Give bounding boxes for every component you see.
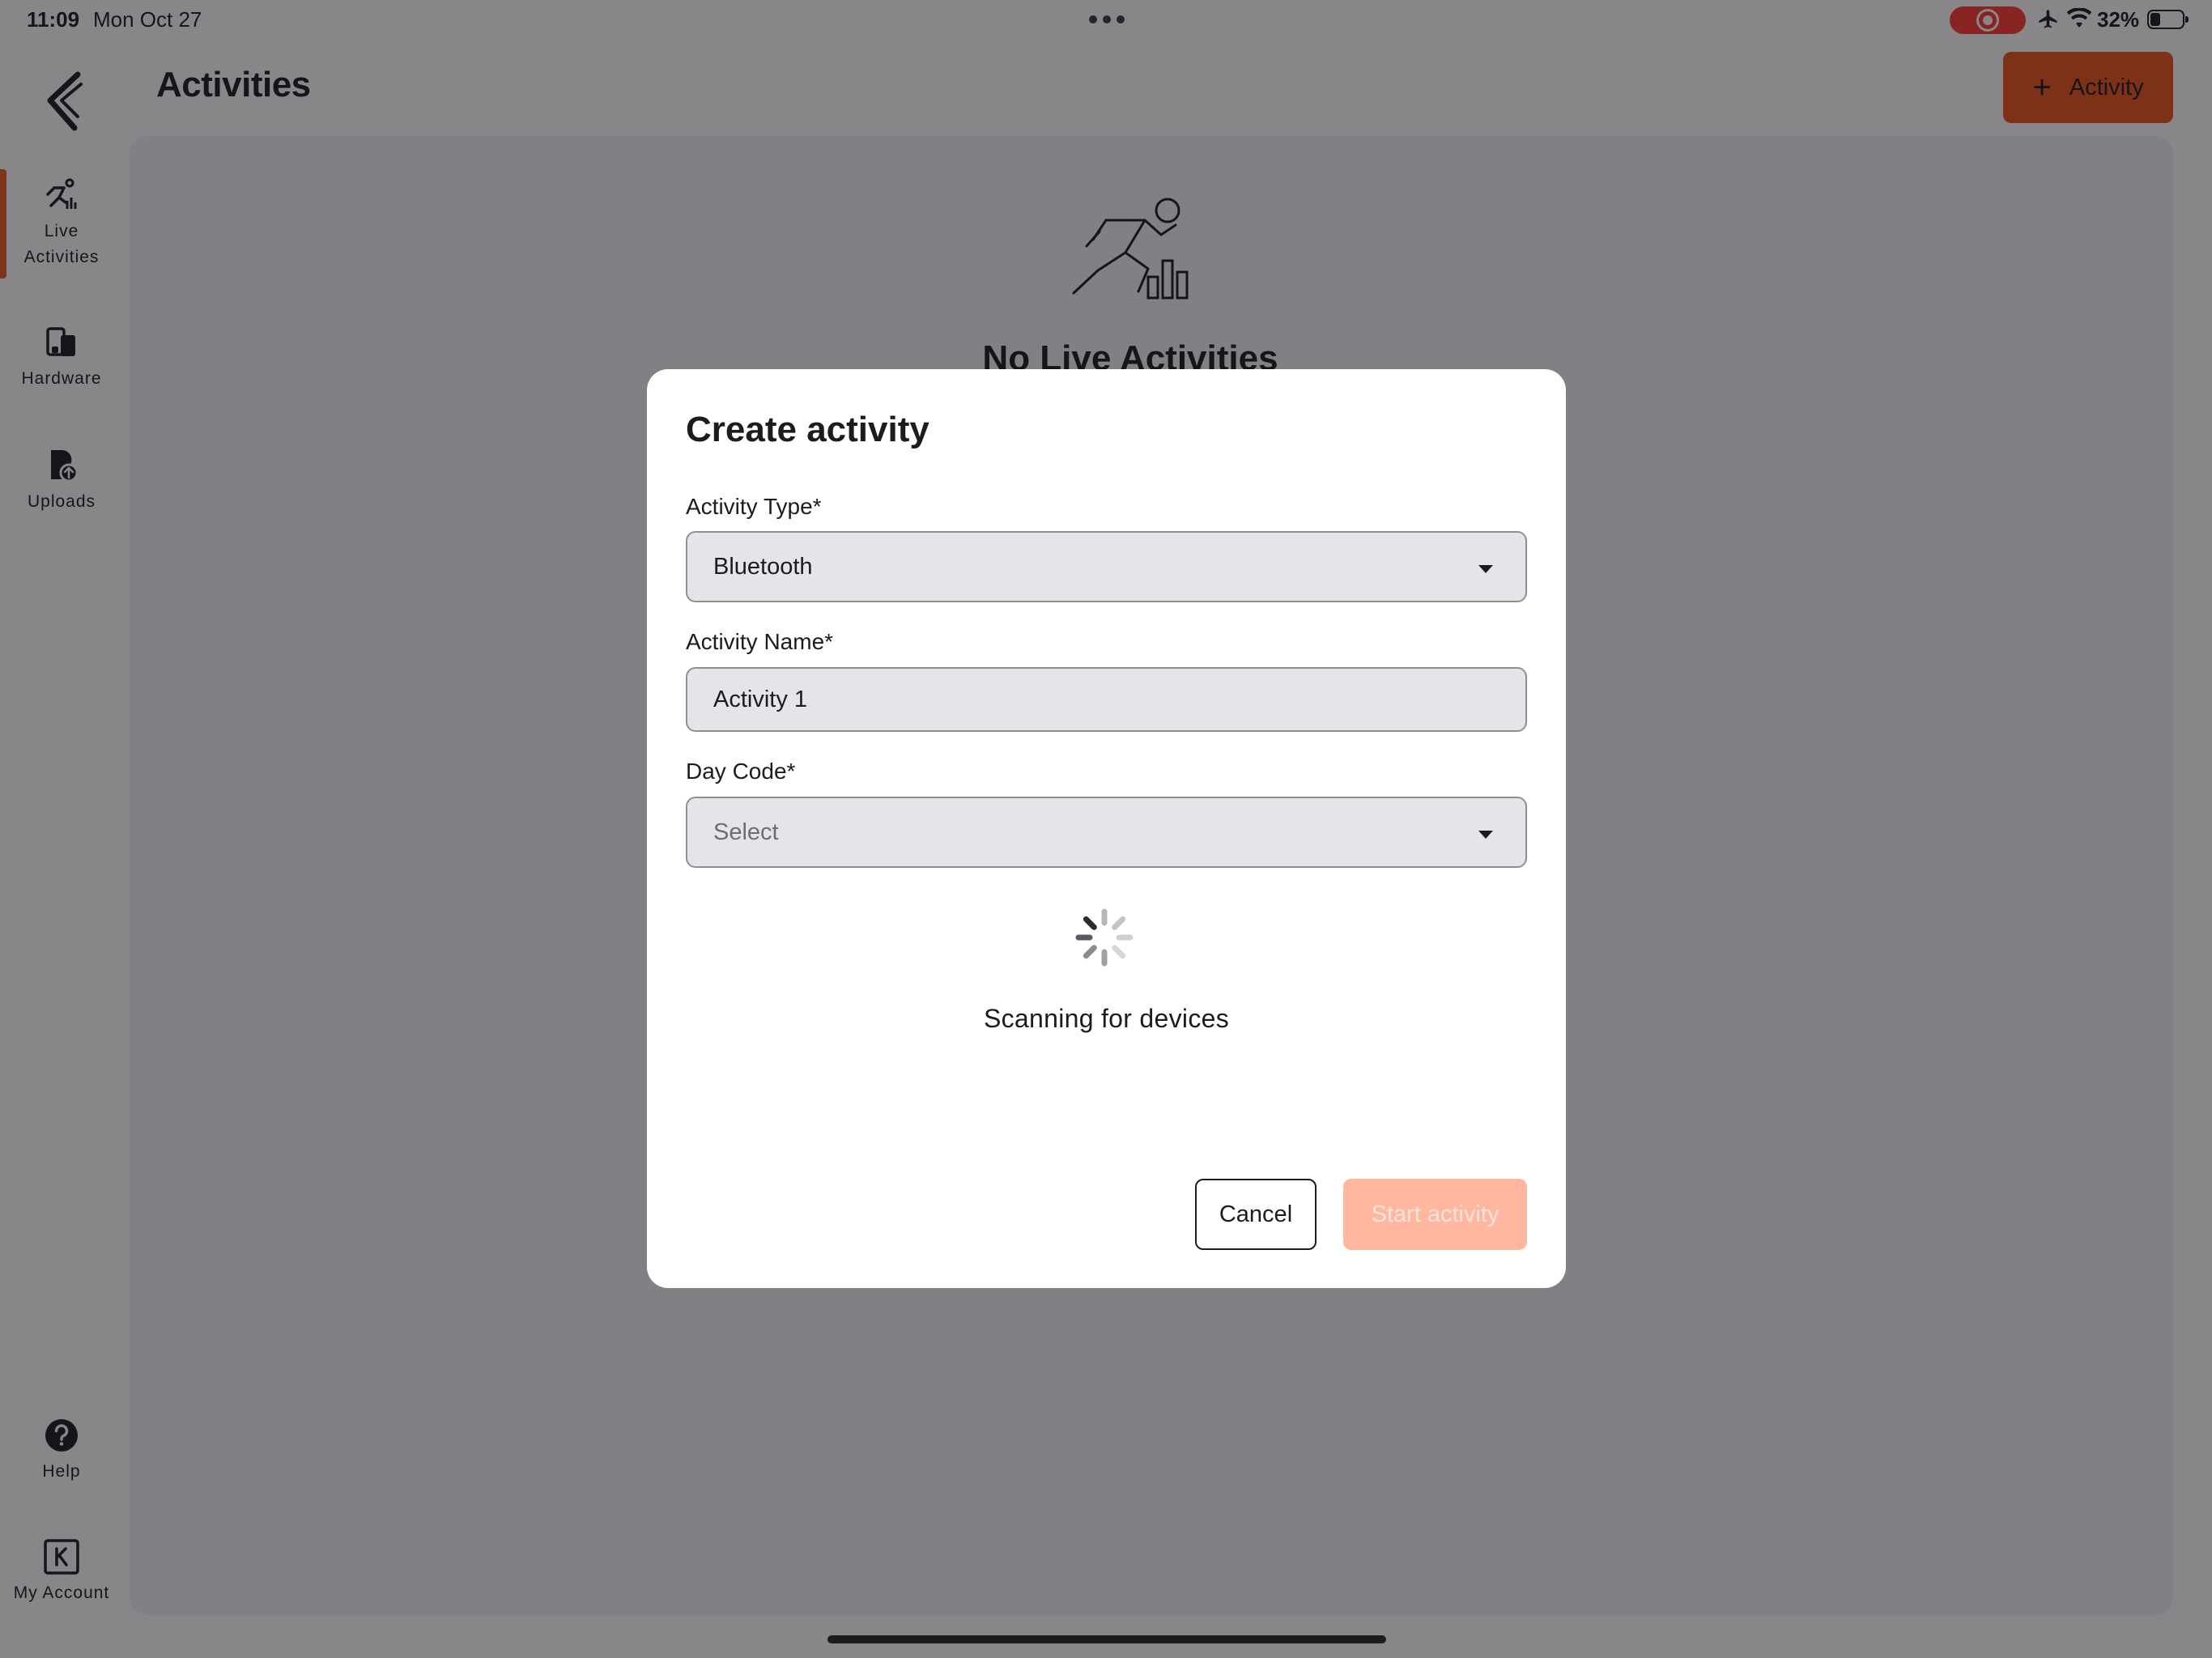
- start-activity-button[interactable]: Start activity: [1343, 1179, 1527, 1250]
- activity-name-label: Activity Name*: [686, 629, 834, 654]
- loading-spinner-icon: [1075, 908, 1134, 967]
- day-code-label: Day Code*: [686, 759, 796, 784]
- day-code-select[interactable]: Select: [686, 797, 1527, 868]
- cancel-button[interactable]: Cancel: [1195, 1179, 1317, 1250]
- dialog-title: Create activity: [686, 410, 929, 449]
- home-indicator[interactable]: [827, 1635, 1386, 1643]
- activity-type-label: Activity Type*: [686, 494, 822, 519]
- chevron-down-icon: [1478, 565, 1493, 573]
- scanning-status-text: Scanning for devices: [983, 1004, 1230, 1033]
- day-code-placeholder: Select: [713, 818, 779, 845]
- create-activity-dialog: Create activity Activity Type* Bluetooth…: [647, 369, 1566, 1288]
- chevron-down-icon: [1478, 831, 1493, 839]
- activity-type-value: Bluetooth: [713, 553, 813, 580]
- activity-name-input[interactable]: Activity 1: [686, 667, 1527, 732]
- activity-type-select[interactable]: Bluetooth: [686, 531, 1527, 602]
- activity-name-value: Activity 1: [713, 686, 808, 712]
